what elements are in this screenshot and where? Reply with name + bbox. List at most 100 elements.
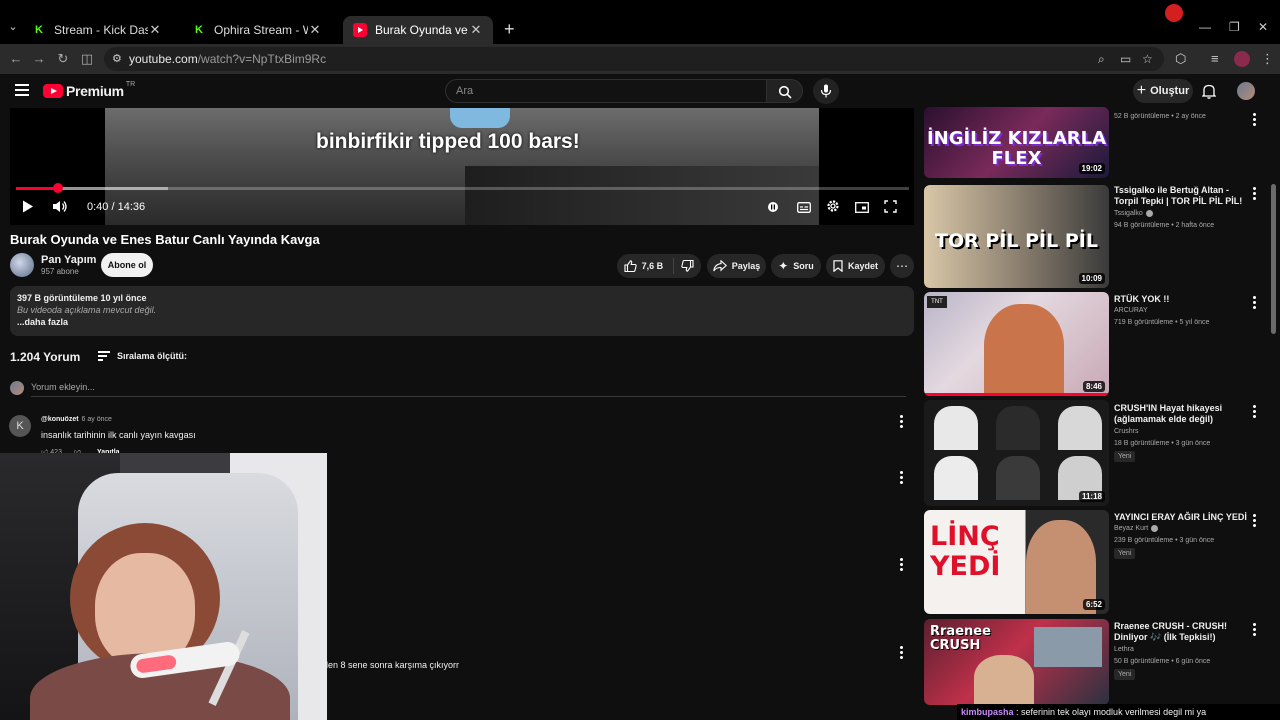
ask-button[interactable]: ✦ Soru: [771, 254, 821, 278]
new-tab-plus-icon[interactable]: +: [504, 20, 515, 38]
subscribe-button[interactable]: Abone ol: [101, 253, 153, 277]
recommended-video-channel[interactable]: Crushrs: [1114, 428, 1139, 435]
recommended-video-title[interactable]: RTÜK YOK !!: [1114, 294, 1249, 305]
like-button[interactable]: 7,6 B: [617, 260, 670, 272]
recommended-video-title[interactable]: CRUSH'IN Hayat hikayesi (ağlamamak elde …: [1114, 403, 1249, 425]
comment-menu-icon[interactable]: [900, 471, 904, 485]
search-box: [445, 79, 767, 103]
progress-played: [16, 187, 58, 190]
play-icon[interactable]: [22, 200, 34, 216]
address-bar[interactable]: ⚙ youtube.com/watch?v=NpTtxBim9Rc ⌕ ▭ ☆: [104, 47, 1164, 71]
browser-menu-icon[interactable]: ⋮: [1261, 51, 1274, 67]
recommended-video-menu-icon[interactable]: [1253, 296, 1257, 310]
save-button[interactable]: Kaydet: [826, 254, 885, 278]
url-text: youtube.com/watch?v=NpTtxBim9Rc: [129, 52, 327, 66]
recommended-video-thumbnail[interactable]: TOR PİL PİL PİL 10:09: [924, 185, 1109, 288]
recommended-video-thumbnail[interactable]: İNGİLİZ KIZLARLA FLEX 19:02: [924, 107, 1109, 178]
notifications-bell-icon[interactable]: [1202, 83, 1216, 99]
autoplay-toggle-icon[interactable]: [767, 201, 779, 216]
close-icon[interactable]: ✕: [308, 22, 322, 38]
region-code: TR: [125, 80, 136, 88]
show-more-link[interactable]: ...daha fazla: [17, 317, 68, 327]
search-button[interactable]: [767, 79, 803, 103]
recommended-video-title[interactable]: YAYINCI ERAY AĞIR LİNÇ YEDİ: [1114, 512, 1249, 523]
theater-mode-icon[interactable]: [855, 201, 869, 216]
save-label: Kaydet: [847, 261, 878, 271]
back-arrow-icon[interactable]: ←: [8, 51, 24, 67]
recommended-video-channel[interactable]: Lethra: [1114, 646, 1134, 653]
search-icon: [778, 85, 792, 99]
recommended-video-menu-icon[interactable]: [1253, 187, 1257, 201]
comment-menu-icon[interactable]: [900, 558, 904, 572]
close-icon[interactable]: ✕: [469, 22, 483, 38]
fullscreen-icon[interactable]: [884, 200, 897, 216]
comment-count: 1.204 Yorum: [10, 350, 81, 364]
close-icon[interactable]: ✕: [148, 22, 162, 38]
dislike-button[interactable]: [675, 260, 701, 272]
recommended-video-channel[interactable]: ARCURAY: [1114, 307, 1148, 314]
menu-icon[interactable]: [15, 84, 29, 96]
channel-avatar[interactable]: [10, 253, 34, 277]
recommended-video-thumbnail[interactable]: LİNÇ YEDİ 6:52: [924, 510, 1109, 614]
subtitles-icon[interactable]: [797, 201, 811, 216]
thumbnail-inset-video: [1034, 627, 1102, 667]
video-duration: 10:09: [1078, 273, 1105, 284]
zoom-search-icon[interactable]: ⌕: [1098, 52, 1105, 67]
new-badge: Yeni: [1114, 548, 1136, 559]
thumbs-down-icon: [681, 260, 694, 272]
thumbnail-text: TOR PİL PİL PİL: [935, 230, 1098, 252]
watched-progress: [924, 393, 1109, 396]
share-button[interactable]: Paylaş: [707, 254, 766, 278]
tab-search-chevron-icon[interactable]: ⌄: [6, 20, 20, 34]
comment-menu-icon[interactable]: [900, 415, 904, 429]
site-info-icon[interactable]: ⚙: [112, 52, 122, 65]
progress-scrubber-handle[interactable]: [52, 183, 63, 193]
recommended-video-menu-icon[interactable]: [1253, 514, 1257, 528]
browser-profile-avatar[interactable]: [1234, 51, 1250, 67]
recommended-video-menu-icon[interactable]: [1253, 623, 1257, 637]
progress-bar[interactable]: [16, 183, 909, 193]
youtube-premium-logo[interactable]: Premium TR: [43, 80, 136, 99]
media-controls-icon[interactable]: ≡: [1211, 51, 1219, 66]
video-duration: 8:46: [1082, 381, 1105, 392]
comment-author[interactable]: @konuözet 6 ay önce: [41, 416, 112, 423]
reload-icon[interactable]: ↻: [55, 51, 71, 67]
volume-icon[interactable]: [52, 200, 68, 216]
browser-toolbar: ← → ↻ ◫ ⚙ youtube.com/watch?v=NpTtxBim9R…: [0, 44, 1280, 74]
browser-tab-kick-dashboard[interactable]: K Stream - Kick Dashboard ✕: [22, 16, 172, 44]
side-panel-icon[interactable]: ◫: [79, 51, 95, 67]
recommended-video-thumbnail[interactable]: 11:18: [924, 400, 1109, 506]
page-scrollbar-thumb[interactable]: [1271, 184, 1276, 334]
more-actions-button[interactable]: ⋯: [890, 254, 914, 278]
account-avatar[interactable]: [1237, 82, 1255, 100]
recommended-video-title[interactable]: Rraenee CRUSH - CRUSH! Dinliyor 🎶 (İlk T…: [1114, 621, 1249, 643]
recommended-video-thumbnail[interactable]: TNT 8:46: [924, 292, 1109, 396]
voice-search-button[interactable]: [813, 78, 839, 104]
sort-icon[interactable]: [98, 351, 110, 361]
recommended-video-channel[interactable]: Beyaz Kurt: [1114, 525, 1159, 532]
search-input[interactable]: [446, 80, 766, 102]
recommended-video-menu-icon[interactable]: [1253, 113, 1257, 127]
thumbs-up-icon: [624, 260, 637, 272]
create-button[interactable]: + Oluştur: [1133, 79, 1193, 103]
cast-icon[interactable]: ▭: [1120, 52, 1131, 66]
settings-gear-icon[interactable]: [826, 199, 840, 216]
recommended-video-channel[interactable]: Tssigalko: [1114, 210, 1153, 217]
comment-menu-icon[interactable]: [900, 646, 904, 660]
recommended-video-thumbnail[interactable]: Rraenee CRUSH: [924, 619, 1109, 705]
forward-arrow-icon[interactable]: →: [31, 51, 47, 67]
minimize-icon[interactable]: —: [1199, 20, 1211, 34]
restore-icon[interactable]: ❐: [1229, 20, 1240, 34]
bookmark-star-icon[interactable]: ☆: [1142, 52, 1153, 66]
commenter-avatar[interactable]: K: [9, 415, 31, 437]
recommended-video-menu-icon[interactable]: [1253, 405, 1257, 419]
window-close-icon[interactable]: ✕: [1258, 20, 1268, 34]
recommended-video-title[interactable]: Tssigalko ile Bertuğ Altan - Torpil Tepk…: [1114, 185, 1249, 207]
browser-tab-ophira-stream[interactable]: K Ophira Stream - Watch Live on ✕: [182, 16, 332, 44]
like-count: 7,6 B: [641, 261, 664, 271]
add-comment-input[interactable]: Yorum ekleyin...: [31, 382, 95, 392]
extensions-icon[interactable]: ⬡: [1175, 51, 1186, 67]
browser-tab-youtube-video[interactable]: Burak Oyunda ve Enes Batur Ca ✕: [343, 16, 493, 44]
sort-by-button[interactable]: Sıralama ölçütü:: [117, 351, 187, 361]
channel-name[interactable]: Pan Yapım: [41, 254, 96, 266]
